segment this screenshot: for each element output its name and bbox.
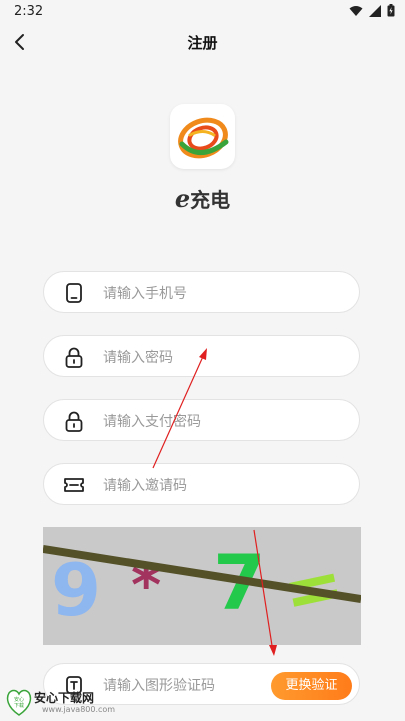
captcha-image[interactable]: 9 * 7 = bbox=[43, 527, 361, 645]
lock-icon bbox=[65, 347, 83, 368]
watermark-url: www.java800.com bbox=[42, 705, 116, 714]
nav-bar: 注册 bbox=[0, 24, 405, 60]
watermark-name: 安心下载网 bbox=[34, 691, 95, 705]
status-time: 2:32 bbox=[14, 4, 44, 19]
battery-icon bbox=[387, 4, 395, 17]
invite-code-field[interactable]: 请输入邀请码 bbox=[43, 463, 360, 505]
watermark: 安心 下载 安心下载网 www.java800.com bbox=[6, 688, 116, 718]
lock-icon bbox=[65, 411, 83, 432]
change-captcha-button[interactable]: 更换验证 bbox=[271, 672, 352, 700]
echarge-logo-icon bbox=[178, 117, 229, 159]
brand-label: 充电 bbox=[190, 188, 231, 212]
captcha-graphic: 9 * 7 = bbox=[43, 538, 361, 635]
watermark-logo-icon: 安心 下载 bbox=[6, 689, 32, 716]
ticket-icon bbox=[64, 478, 84, 492]
brand-prefix: e bbox=[174, 184, 191, 213]
page-title: 注册 bbox=[187, 34, 218, 52]
signal-icon bbox=[369, 4, 381, 17]
pay-password-placeholder: 请输入支付密码 bbox=[103, 414, 201, 430]
phone-field[interactable]: 请输入手机号 bbox=[43, 271, 360, 313]
pay-password-field[interactable]: 请输入支付密码 bbox=[43, 399, 360, 441]
invite-code-placeholder: 请输入邀请码 bbox=[103, 478, 187, 494]
password-placeholder: 请输入密码 bbox=[103, 350, 173, 366]
app-logo bbox=[170, 104, 235, 169]
brand-name: e充电 bbox=[0, 184, 405, 213]
phone-icon bbox=[66, 283, 82, 303]
status-icons bbox=[349, 4, 395, 17]
phone-placeholder: 请输入手机号 bbox=[103, 286, 187, 302]
status-bar: 2:32 bbox=[0, 0, 405, 24]
watermark-badge-line-1: 安心 bbox=[14, 696, 24, 703]
wifi-icon bbox=[349, 5, 363, 16]
captcha-placeholder: 请输入图形验证码 bbox=[103, 678, 215, 694]
watermark-badge-line-2: 下载 bbox=[14, 702, 24, 709]
password-field[interactable]: 请输入密码 bbox=[43, 335, 360, 377]
